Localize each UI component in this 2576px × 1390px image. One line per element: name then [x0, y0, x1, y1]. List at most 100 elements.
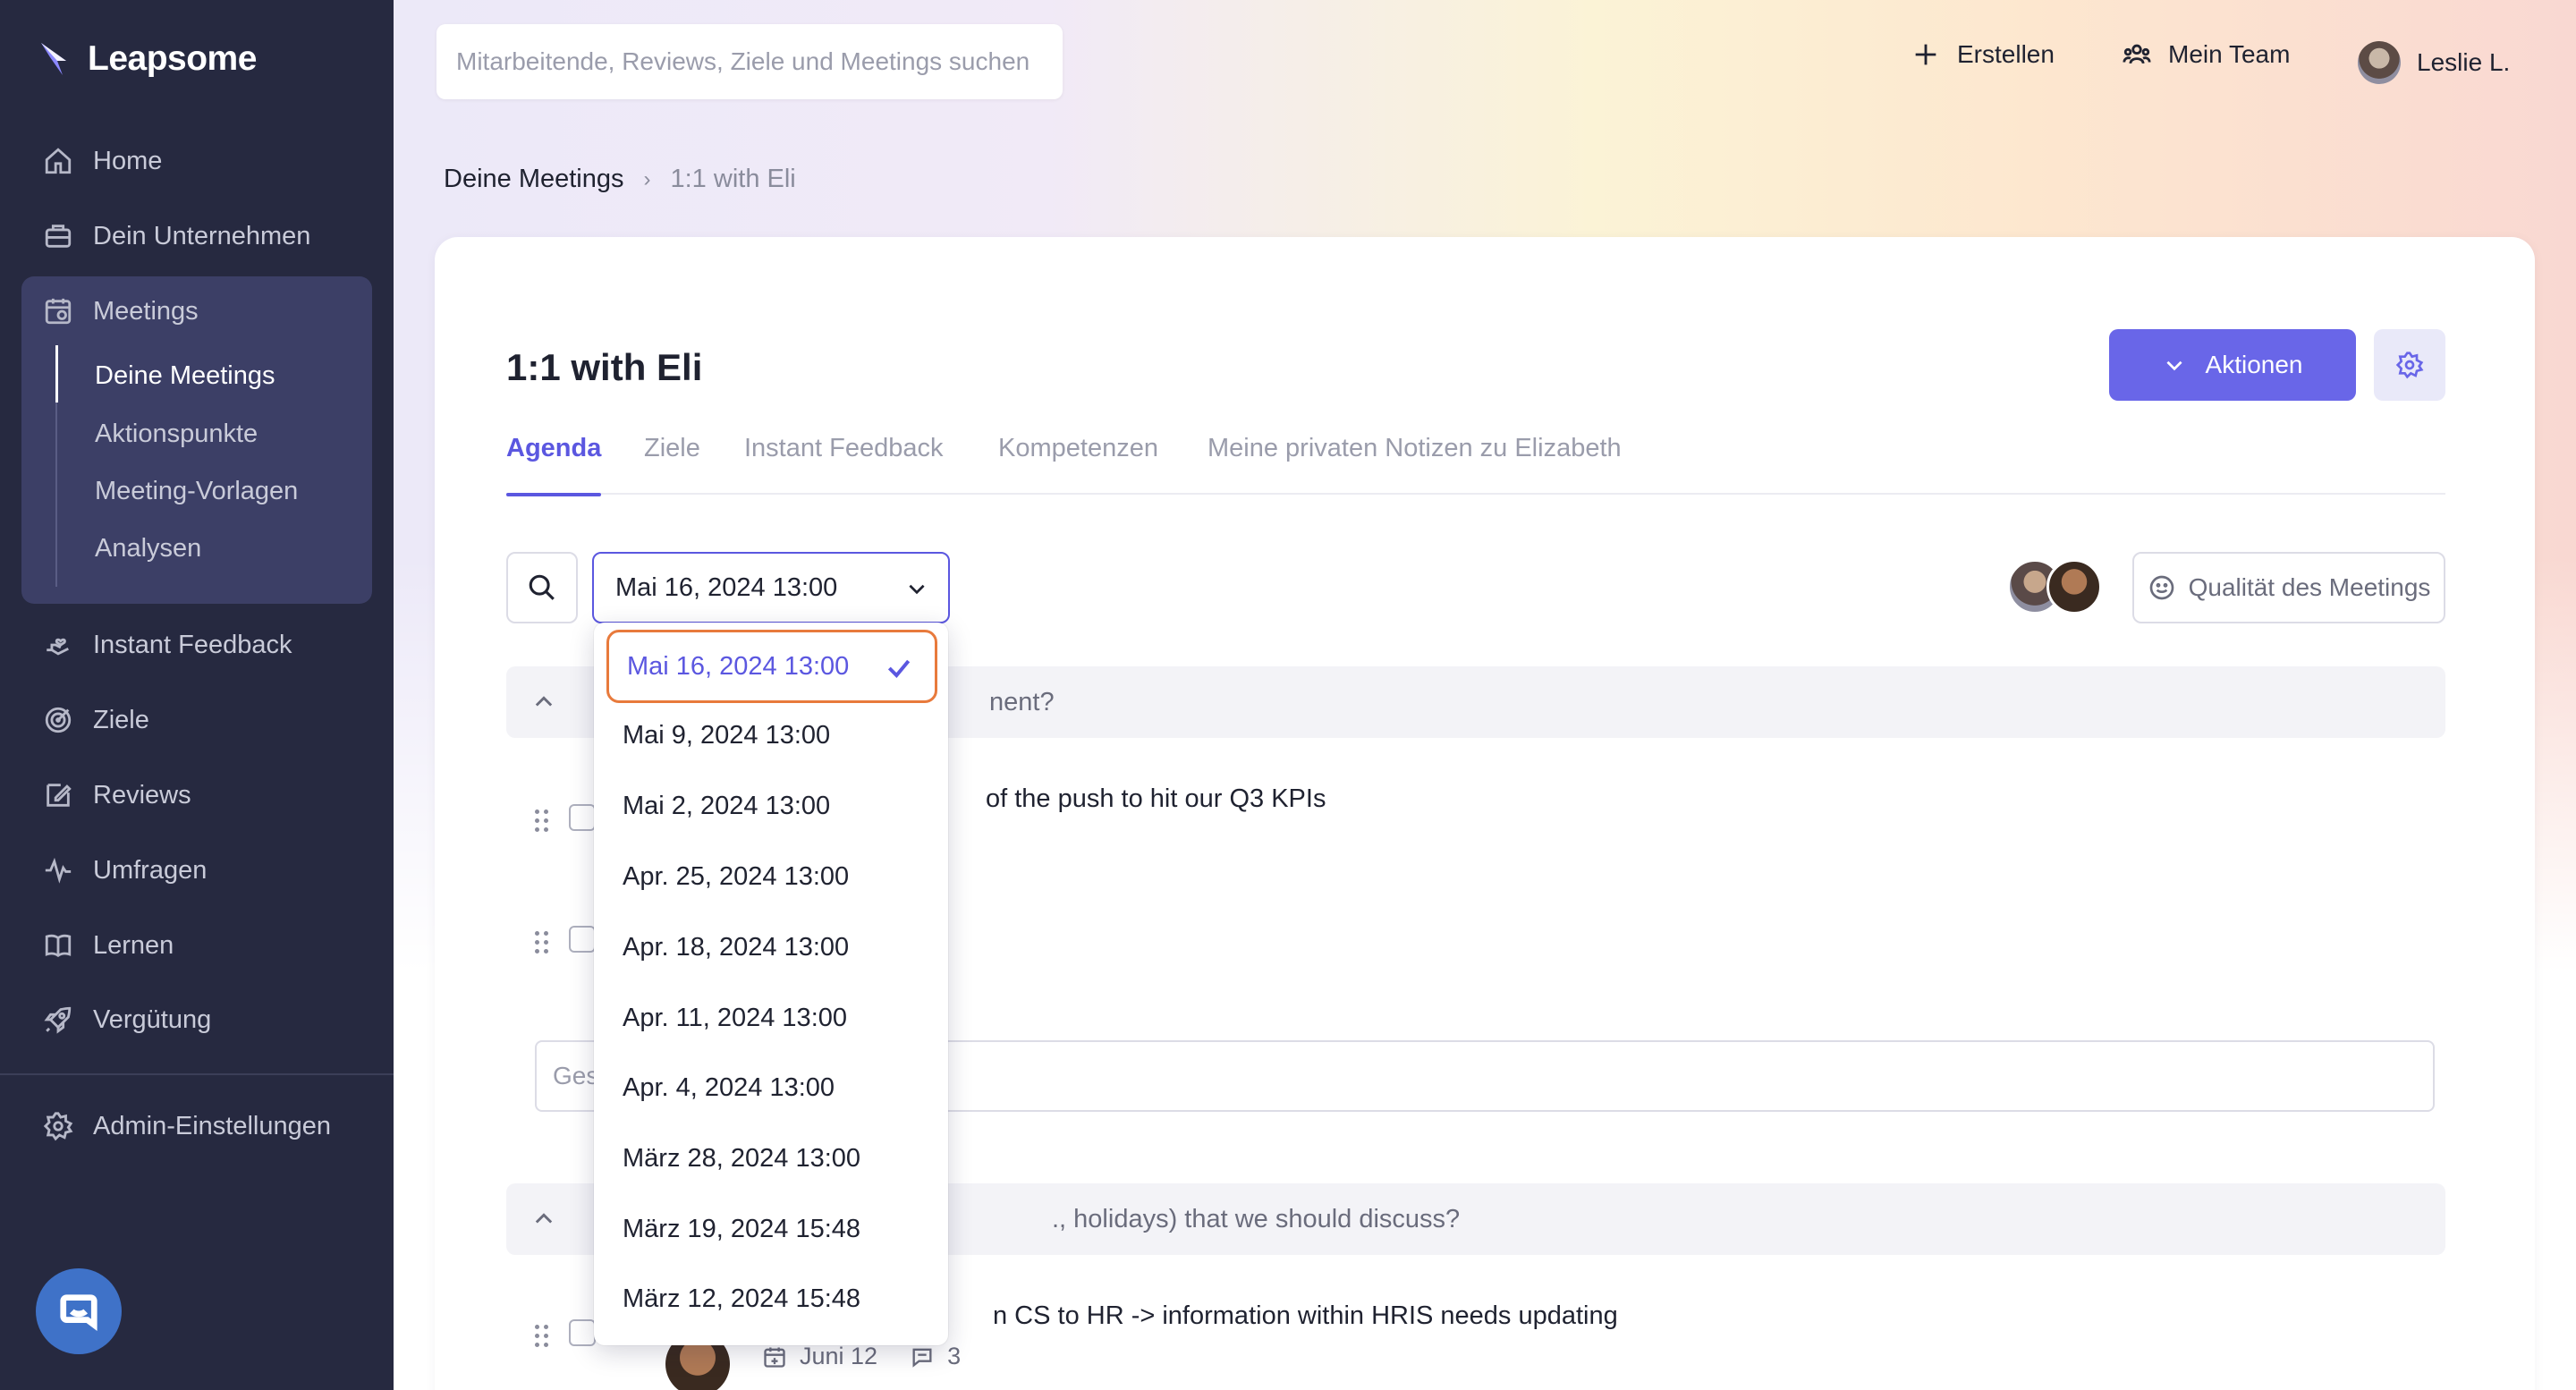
chat-launcher-button[interactable] — [36, 1268, 122, 1354]
home-icon — [45, 148, 72, 174]
team-label: Mein Team — [2168, 40, 2291, 68]
date-option[interactable]: Apr. 11, 2024 13:00 — [605, 984, 937, 1052]
selected-date: Mai 16, 2024 13:00 — [615, 572, 838, 602]
sidebar-item-admin-settings[interactable]: Admin-Einstellungen — [43, 1104, 331, 1148]
actions-button[interactable]: Aktionen — [2109, 329, 2356, 401]
tab-private-notes[interactable]: Meine privaten Notizen zu Elizabeth — [1208, 434, 1622, 495]
drag-handle-icon[interactable] — [535, 809, 551, 833]
date-option[interactable]: Mai 2, 2024 13:00 — [605, 772, 937, 840]
tab-ziele[interactable]: Ziele — [644, 434, 700, 495]
submenu-active-indicator — [55, 345, 58, 403]
date-option-selected[interactable]: Mai 16, 2024 13:00 — [606, 630, 937, 703]
avatar — [2046, 559, 2102, 614]
target-icon — [45, 707, 72, 733]
rocket-icon — [44, 1006, 72, 1034]
my-team-button[interactable]: Mein Team — [2122, 39, 2290, 70]
gear-icon — [43, 1112, 73, 1141]
sidebar-item-home[interactable]: Home — [43, 139, 162, 183]
tab-agenda[interactable]: Agenda — [506, 434, 602, 496]
calendar-plus-icon — [764, 1347, 785, 1368]
smiley-icon — [2149, 575, 2174, 600]
sidebar-item-label: Vergütung — [93, 1004, 212, 1034]
user-menu[interactable]: Leslie L. — [2358, 41, 2510, 84]
meeting-date-select[interactable]: Mai 16, 2024 13:00 — [592, 552, 950, 623]
sidebar-item-label: Ziele — [93, 705, 149, 734]
date-option[interactable]: Apr. 25, 2024 13:00 — [605, 843, 937, 911]
chevron-down-icon — [909, 584, 925, 595]
sidebar-sub-analysen[interactable]: Analysen — [95, 529, 201, 568]
book-icon — [45, 934, 72, 958]
team-icon — [2123, 44, 2151, 64]
quality-label: Qualität des Meetings — [2188, 573, 2431, 601]
gear-icon — [2395, 352, 2424, 379]
date-option-label: Mai 16, 2024 13:00 — [627, 651, 850, 681]
drag-handle-icon[interactable] — [535, 931, 551, 954]
sidebar-sub-meeting-vorlagen[interactable]: Meeting-Vorlagen — [95, 471, 298, 511]
sidebar-sub-aktionspunkte[interactable]: Aktionspunkte — [95, 414, 258, 453]
date-option[interactable]: Apr. 4, 2024 13:00 — [605, 1054, 937, 1122]
date-option[interactable]: März 12, 2024 15:48 — [605, 1265, 937, 1333]
user-name: Leslie L. — [2417, 48, 2511, 76]
breadcrumb-separator: › — [643, 166, 651, 191]
sidebar-item-label: Meetings — [93, 296, 199, 326]
meeting-tabs: Agenda Ziele Instant Feedback Kompetenze… — [506, 434, 2445, 496]
sidebar-item-lernen[interactable]: Lernen — [43, 923, 174, 968]
hand-heart-icon — [47, 638, 69, 656]
agenda-search-button[interactable] — [506, 552, 578, 623]
logo[interactable]: Leapsome — [39, 39, 257, 79]
participants[interactable] — [2007, 559, 2106, 616]
leapsome-logo-icon — [41, 43, 66, 75]
date-option[interactable]: Mai 9, 2024 13:00 — [605, 701, 937, 769]
due-date: Juni 12 — [800, 1343, 878, 1369]
section-title: ., holidays) that we should discuss? — [1052, 1205, 1461, 1233]
date-option[interactable]: Apr. 18, 2024 13:00 — [605, 913, 937, 981]
sidebar-item-company[interactable]: Dein Unternehmen — [43, 214, 310, 259]
sidebar-item-label: Dein Unternehmen — [93, 221, 311, 250]
edit-icon — [47, 784, 72, 807]
page-title: 1:1 with Eli — [506, 346, 703, 388]
meeting-settings-button[interactable] — [2374, 329, 2445, 401]
agenda-item-checkbox[interactable] — [569, 804, 596, 831]
agenda-item-text[interactable]: of the push to hit our Q3 KPIs — [986, 784, 1326, 814]
section-title: nent? — [989, 688, 1055, 716]
user-avatar — [2358, 41, 2401, 84]
agenda-item-text[interactable]: n CS to HR -> information within HRIS ne… — [993, 1301, 1618, 1331]
sidebar-item-label: Admin-Einstellungen — [93, 1111, 331, 1140]
sidebar-divider — [0, 1073, 394, 1075]
global-search[interactable] — [436, 24, 1063, 99]
actions-label: Aktionen — [2205, 351, 2303, 378]
plus-icon — [1915, 44, 1936, 65]
sidebar-item-meetings[interactable]: Meetings — [43, 289, 199, 334]
breadcrumb-parent[interactable]: Deine Meetings — [444, 165, 624, 194]
pulse-icon — [45, 857, 72, 884]
chevron-up-icon — [535, 1213, 553, 1224]
chevron-up-icon — [535, 696, 553, 707]
search-icon — [529, 574, 555, 600]
sidebar-sub-deine-meetings[interactable]: Deine Meetings — [95, 356, 275, 395]
sidebar-item-instant-feedback[interactable]: Instant Feedback — [43, 623, 292, 667]
comment-count: 3 — [947, 1343, 962, 1369]
agenda-item-meta: Juni 12 3 — [762, 1343, 961, 1370]
sidebar-item-ziele[interactable]: Ziele — [43, 698, 149, 742]
sidebar-item-umfragen[interactable]: Umfragen — [43, 848, 207, 893]
date-option[interactable]: März 28, 2024 13:00 — [605, 1124, 937, 1192]
breadcrumb-current: 1:1 with Eli — [670, 165, 796, 193]
tab-instant-feedback[interactable]: Instant Feedback — [744, 434, 943, 495]
sidebar-item-label: Home — [93, 146, 163, 175]
sidebar-item-reviews[interactable]: Reviews — [43, 773, 191, 818]
sidebar-item-label: Umfragen — [93, 855, 208, 885]
drag-handle-icon[interactable] — [535, 1325, 551, 1348]
sidebar: Leapsome Home Dein Unternehmen Meetings … — [0, 0, 394, 1390]
meeting-quality-button[interactable]: Qualität des Meetings — [2132, 552, 2445, 623]
agenda-item-checkbox[interactable] — [569, 926, 596, 953]
sidebar-item-label: Lernen — [93, 930, 174, 960]
agenda-item-checkbox[interactable] — [569, 1319, 596, 1346]
date-option[interactable]: März 19, 2024 15:48 — [605, 1195, 937, 1263]
chevron-down-icon — [2165, 360, 2182, 371]
sidebar-item-label: Reviews — [93, 780, 191, 809]
search-input[interactable] — [456, 47, 1063, 76]
sidebar-item-verguetung[interactable]: Vergütung — [43, 997, 211, 1042]
create-button[interactable]: Erstellen — [1911, 39, 2055, 70]
tab-kompetenzen[interactable]: Kompetenzen — [998, 434, 1158, 495]
create-label: Erstellen — [1957, 40, 2055, 68]
